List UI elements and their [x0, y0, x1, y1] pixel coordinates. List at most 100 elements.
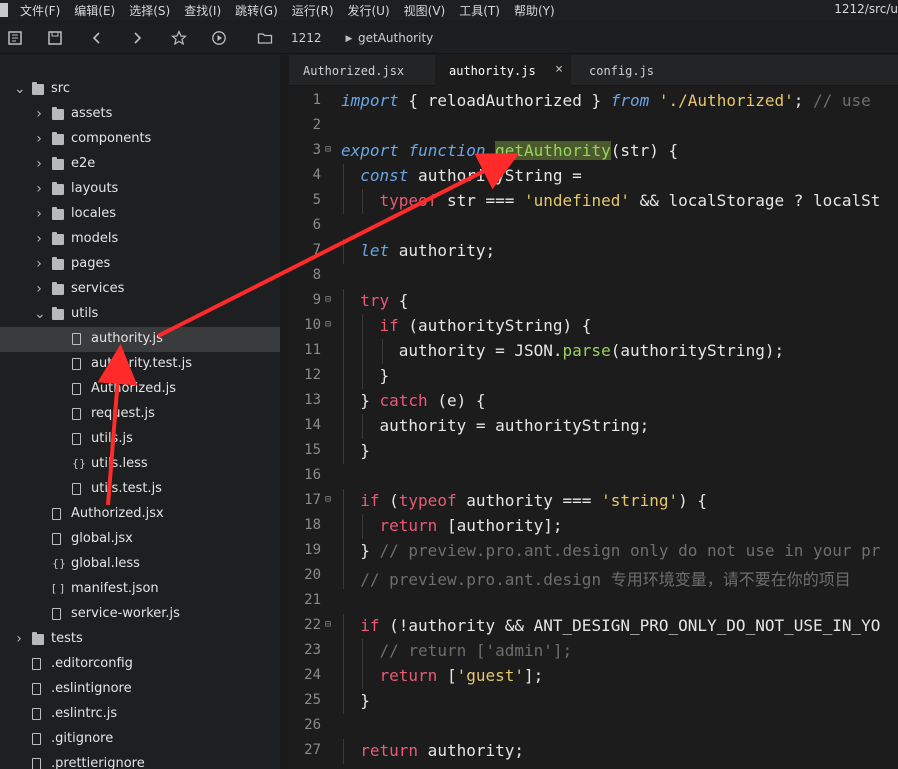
- code-token: from: [610, 91, 650, 110]
- tree-item-label: utils.test.js: [91, 481, 162, 496]
- chevron-right-icon[interactable]: ›: [34, 257, 44, 271]
- chevron-right-icon[interactable]: ›: [34, 207, 44, 221]
- tree-folder-components[interactable]: › components: [0, 127, 280, 152]
- tree-file[interactable]: .gitignore: [0, 727, 280, 752]
- tree-file[interactable]: [ ] manifest.json: [0, 577, 280, 602]
- tree-file[interactable]: .eslintignore: [0, 677, 280, 702]
- sidebar-toggle-icon[interactable]: [6, 30, 24, 48]
- save-icon[interactable]: [46, 30, 64, 48]
- indent-guide: [343, 664, 344, 689]
- tree-folder-e2e[interactable]: › e2e: [0, 152, 280, 177]
- chevron-right-icon: ▶: [345, 34, 353, 44]
- menu-item[interactable]: 帮助(Y): [514, 2, 555, 19]
- fold-toggle-icon[interactable]: ⊟: [325, 494, 331, 505]
- code-token: return: [379, 516, 438, 535]
- back-icon[interactable]: [88, 30, 106, 48]
- code-area[interactable]: 1 import { reloadAuthorized } from './Aut…: [289, 89, 898, 769]
- folder-view-icon[interactable]: [256, 30, 274, 48]
- menu-item[interactable]: 运行(R): [292, 2, 334, 19]
- tree-item-label: request.js: [91, 406, 155, 421]
- fold-toggle-icon[interactable]: ⊟: [325, 319, 331, 330]
- tree-file[interactable]: utils.test.js: [0, 477, 280, 502]
- line-number: 1: [312, 92, 321, 108]
- menu-item[interactable]: 文件(F): [20, 2, 60, 19]
- chevron-right-icon[interactable]: ›: [34, 282, 44, 296]
- chevron-down-icon[interactable]: ⌄: [14, 82, 26, 96]
- menu-item[interactable]: 编辑(E): [74, 2, 115, 19]
- tab-config-js[interactable]: config.js: [575, 55, 707, 86]
- tree-folder-services[interactable]: › services: [0, 277, 280, 302]
- play-icon[interactable]: [210, 30, 228, 48]
- code-line: 7 let authority;: [289, 239, 898, 264]
- tab-authorized-jsx[interactable]: Authorized.jsx: [289, 55, 429, 86]
- tree-file[interactable]: {} global.less: [0, 552, 280, 577]
- tree-file[interactable]: Authorized.jsx: [0, 502, 280, 527]
- close-icon[interactable]: ×: [555, 62, 563, 77]
- fold-toggle-icon[interactable]: ⊟: [325, 619, 331, 630]
- menu-item[interactable]: 视图(V): [404, 2, 446, 19]
- line-number: 26: [304, 717, 321, 733]
- fold-toggle-icon[interactable]: ⊟: [325, 144, 331, 155]
- code-token: authority = JSON.: [398, 341, 563, 360]
- style-file-icon: {}: [52, 557, 66, 570]
- chevron-right-icon[interactable]: ›: [34, 132, 44, 146]
- tree-file[interactable]: request.js: [0, 402, 280, 427]
- tree-file[interactable]: utils.js: [0, 427, 280, 452]
- tree-folder-assets[interactable]: › assets: [0, 102, 280, 127]
- code-token: // return ['admin'];: [379, 641, 573, 660]
- menu-item[interactable]: 选择(S): [129, 2, 170, 19]
- tree-folder-utils[interactable]: ⌄ utils: [0, 302, 280, 327]
- forward-icon[interactable]: [128, 30, 146, 48]
- chevron-right-icon[interactable]: ›: [34, 232, 44, 246]
- line-number: 20: [304, 567, 321, 583]
- tree-file[interactable]: .prettierignore: [0, 752, 280, 769]
- chevron-right-icon[interactable]: ›: [34, 107, 44, 121]
- breadcrumb-function[interactable]: getAuthority: [358, 31, 433, 45]
- tree-folder-pages[interactable]: › pages: [0, 252, 280, 277]
- code-token: if: [379, 316, 399, 335]
- tree-file[interactable]: authority.js: [0, 327, 280, 352]
- chevron-right-icon[interactable]: ›: [34, 157, 44, 171]
- indent-guide: [343, 364, 344, 389]
- menu-item[interactable]: 查找(I): [184, 2, 221, 19]
- line-number: 22: [304, 617, 321, 633]
- code-text: import { reloadAuthorized } from './Auth…: [341, 91, 871, 110]
- tree-folder-models[interactable]: › models: [0, 227, 280, 252]
- tab-authority-js[interactable]: authority.js ×: [435, 55, 571, 86]
- project-label[interactable]: 1212: [291, 31, 322, 45]
- tree-folder-tests[interactable]: › tests: [0, 627, 280, 652]
- menu-item[interactable]: 跳转(G): [235, 2, 278, 19]
- star-icon[interactable]: [170, 30, 188, 48]
- tree-file[interactable]: Authorized.js: [0, 377, 280, 402]
- chevron-right-icon[interactable]: ›: [14, 632, 24, 646]
- tree-folder-layouts[interactable]: › layouts: [0, 177, 280, 202]
- tree-file[interactable]: .eslintrc.js: [0, 702, 280, 727]
- tree-file[interactable]: service-worker.js: [0, 602, 280, 627]
- tree-file[interactable]: global.jsx: [0, 527, 280, 552]
- indent-guide: [362, 639, 364, 664]
- tree-file[interactable]: .editorconfig: [0, 652, 280, 677]
- fold-toggle-icon[interactable]: ⊟: [325, 294, 331, 305]
- chevron-down-icon[interactable]: ⌄: [34, 307, 46, 321]
- sidebar-scrollbar[interactable]: [280, 55, 288, 769]
- tree-folder-locales[interactable]: › locales: [0, 202, 280, 227]
- indent-guide: [343, 339, 344, 364]
- menu-item[interactable]: 工具(T): [459, 2, 500, 19]
- indent-guide: [343, 489, 344, 514]
- code-line: 22 ⊟ if (!authority && ANT_DESIGN_PRO_ONLY…: [289, 614, 898, 639]
- menu-item[interactable]: 发行(U): [348, 2, 390, 19]
- folder-icon: [52, 257, 64, 270]
- tree-folder-src[interactable]: ⌄ src: [0, 77, 280, 102]
- indent-guide: [343, 239, 344, 264]
- code-token: parse: [562, 341, 611, 360]
- code-text: }: [360, 691, 370, 710]
- tree-item-label: components: [71, 131, 152, 146]
- folder-icon: [32, 82, 44, 95]
- tree-item-label: utils.less: [91, 456, 148, 471]
- line-number: 18: [304, 517, 321, 533]
- line-number: 8: [312, 267, 321, 283]
- tree-file[interactable]: authority.test.js: [0, 352, 280, 377]
- chevron-right-icon[interactable]: ›: [34, 182, 44, 196]
- indent-guide: [343, 389, 344, 414]
- tree-file[interactable]: {} utils.less: [0, 452, 280, 477]
